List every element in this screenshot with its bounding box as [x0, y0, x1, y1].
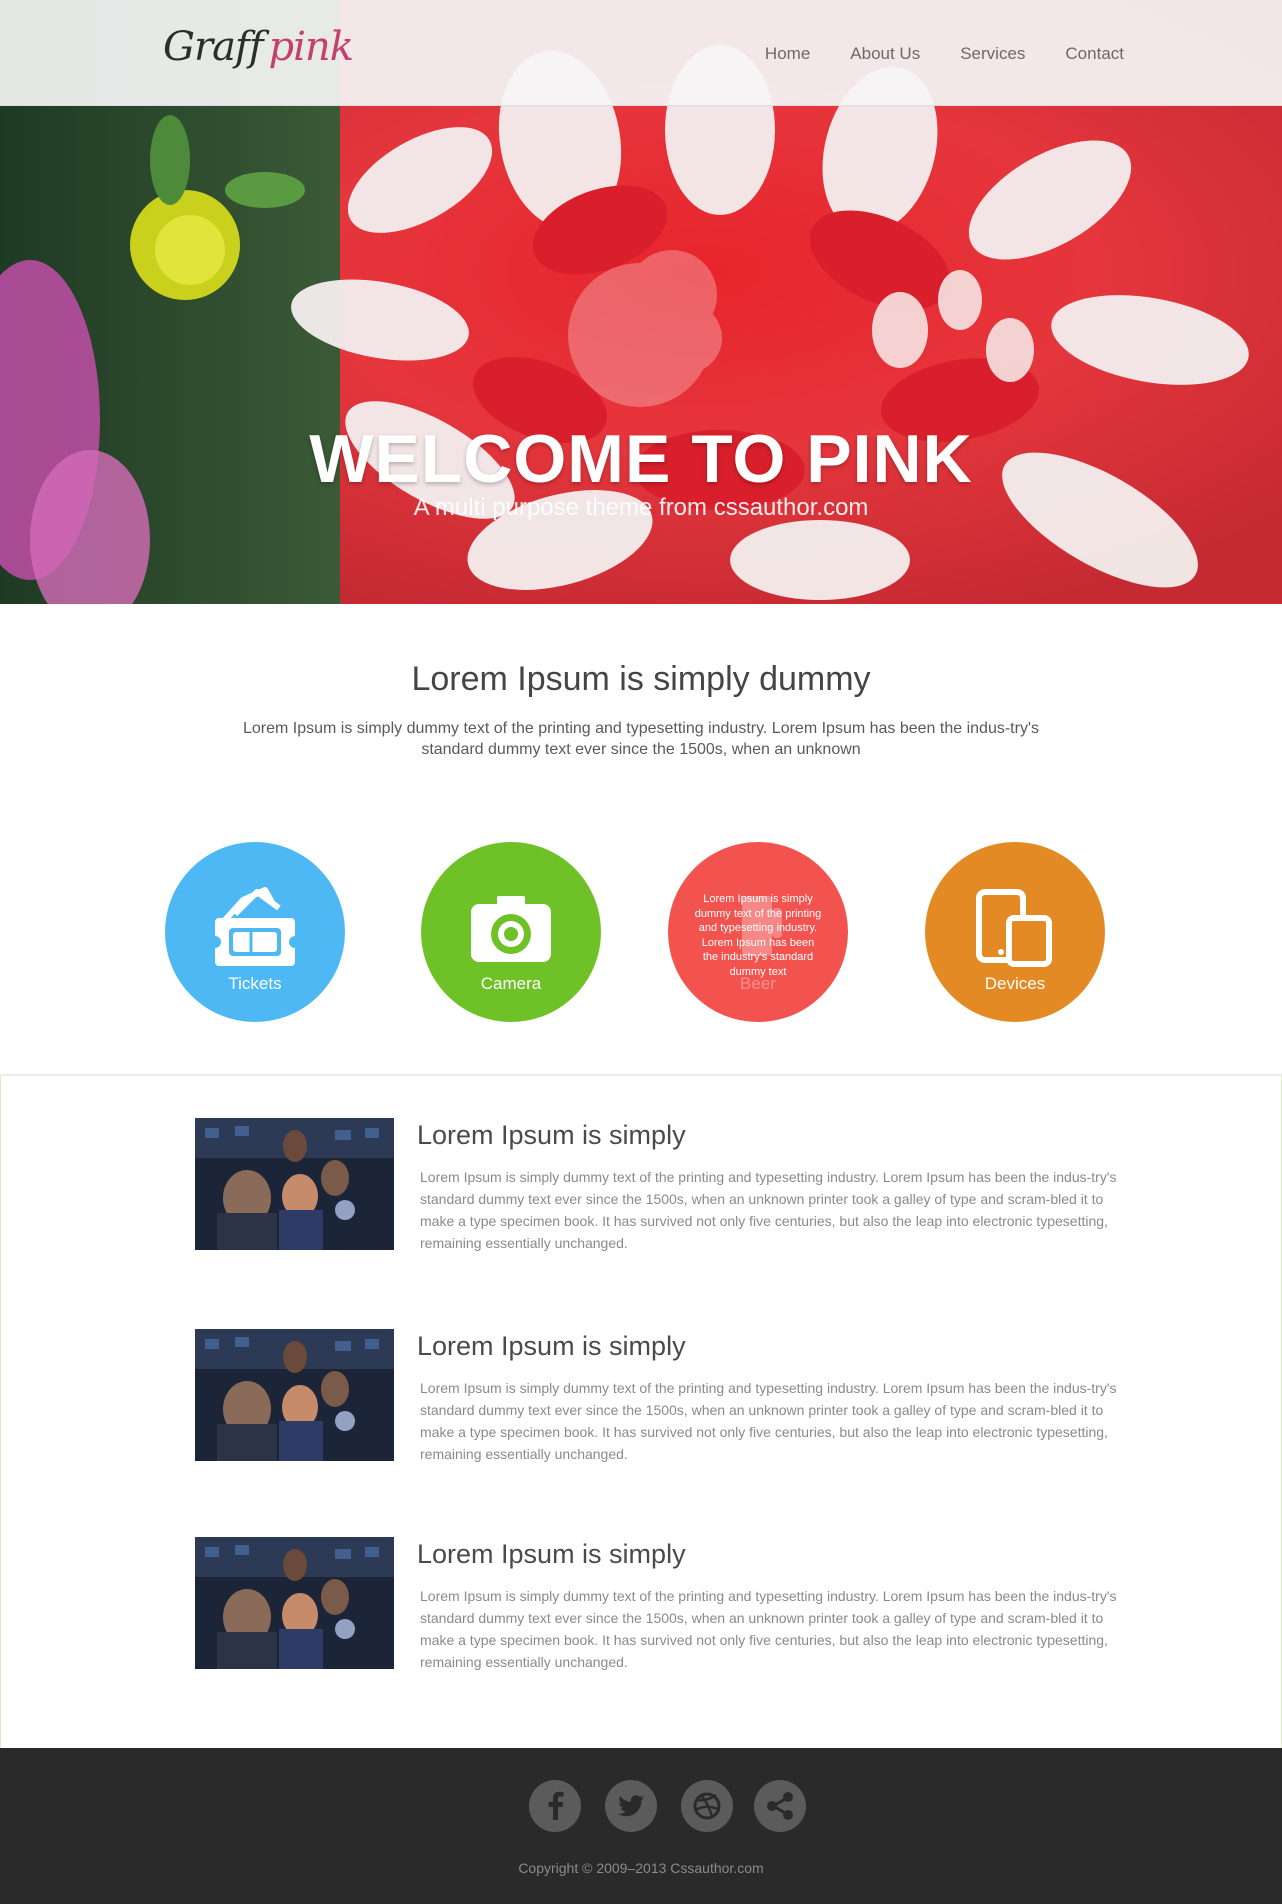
twitter-link[interactable] — [605, 1780, 657, 1832]
article-item: Lorem Ipsum is simply Lorem Ipsum is sim… — [195, 1118, 1143, 1258]
copyright-text: Copyright © 2009–2013 Cssauthor.com — [518, 1860, 764, 1876]
top-navigation-bar: Graff pink Home About Us Services Contact — [0, 0, 1282, 106]
nav-link-services[interactable]: Services — [960, 44, 1025, 64]
article-item: Lorem Ipsum is simply Lorem Ipsum is sim… — [195, 1329, 1143, 1469]
share-icon — [767, 1792, 793, 1820]
ticket-icon — [209, 887, 301, 966]
logo-word-graff: Graff — [163, 24, 264, 70]
nav-link-about-us[interactable]: About Us — [850, 44, 920, 64]
feature-beer[interactable]: Lorem Ipsum is simply dummy text of the … — [668, 842, 848, 1022]
section-divider — [0, 1074, 1282, 1076]
article-thumbnail[interactable] — [195, 1329, 394, 1461]
hero-title: WELCOME TO PINK — [309, 421, 973, 497]
site-logo[interactable]: Graff pink — [163, 24, 354, 84]
footer: Copyright © 2009–2013 Cssauthor.com — [0, 1748, 1282, 1904]
feature-label: Tickets — [228, 974, 282, 993]
facebook-icon — [548, 1791, 564, 1820]
dribbble-icon — [693, 1792, 721, 1820]
article-title[interactable]: Lorem Ipsum is simply — [417, 1120, 686, 1151]
main-nav: Home About Us Services Contact — [725, 44, 1124, 64]
share-link[interactable] — [754, 1780, 806, 1832]
feature-label: Camera — [480, 974, 542, 993]
feature-tickets[interactable]: Tickets — [165, 842, 345, 1022]
article-thumbnail[interactable] — [195, 1537, 394, 1669]
twitter-icon — [618, 1795, 644, 1817]
logo-word-pink: pink — [268, 24, 354, 70]
facebook-link[interactable] — [529, 1780, 581, 1832]
article-item: Lorem Ipsum is simply Lorem Ipsum is sim… — [195, 1537, 1143, 1677]
nav-link-home[interactable]: Home — [765, 44, 810, 64]
camera-icon — [471, 896, 551, 962]
feature-label: Devices — [984, 974, 1046, 993]
feature-camera[interactable]: Camera — [421, 842, 601, 1022]
hero-banner: Graff pink Home About Us Services Contact… — [0, 0, 1282, 604]
page-border-left — [0, 1076, 1, 1748]
article-text: Lorem Ipsum is simply dummy text of the … — [420, 1169, 1117, 1251]
feature-hover-text: Lorem Ipsum is simply dummy text of the … — [694, 893, 822, 978]
feature-label: Beer — [740, 974, 776, 993]
intro-title: Lorem Ipsum is simply dummy — [411, 660, 871, 698]
article-text: Lorem Ipsum is simply dummy text of the … — [420, 1380, 1117, 1462]
article-title[interactable]: Lorem Ipsum is simply — [417, 1539, 686, 1570]
article-title[interactable]: Lorem Ipsum is simply — [417, 1331, 686, 1362]
feature-devices[interactable]: Devices — [925, 842, 1105, 1022]
hero-subtitle: A multi purpose theme from cssauthor.com — [413, 494, 869, 521]
nav-link-contact[interactable]: Contact — [1065, 44, 1124, 64]
article-thumbnail[interactable] — [195, 1118, 394, 1250]
devices-icon — [976, 889, 1052, 967]
intro-text: Lorem Ipsum is simply dummy text of the … — [242, 720, 1039, 758]
article-text: Lorem Ipsum is simply dummy text of the … — [420, 1588, 1117, 1670]
dribbble-link[interactable] — [681, 1780, 733, 1832]
